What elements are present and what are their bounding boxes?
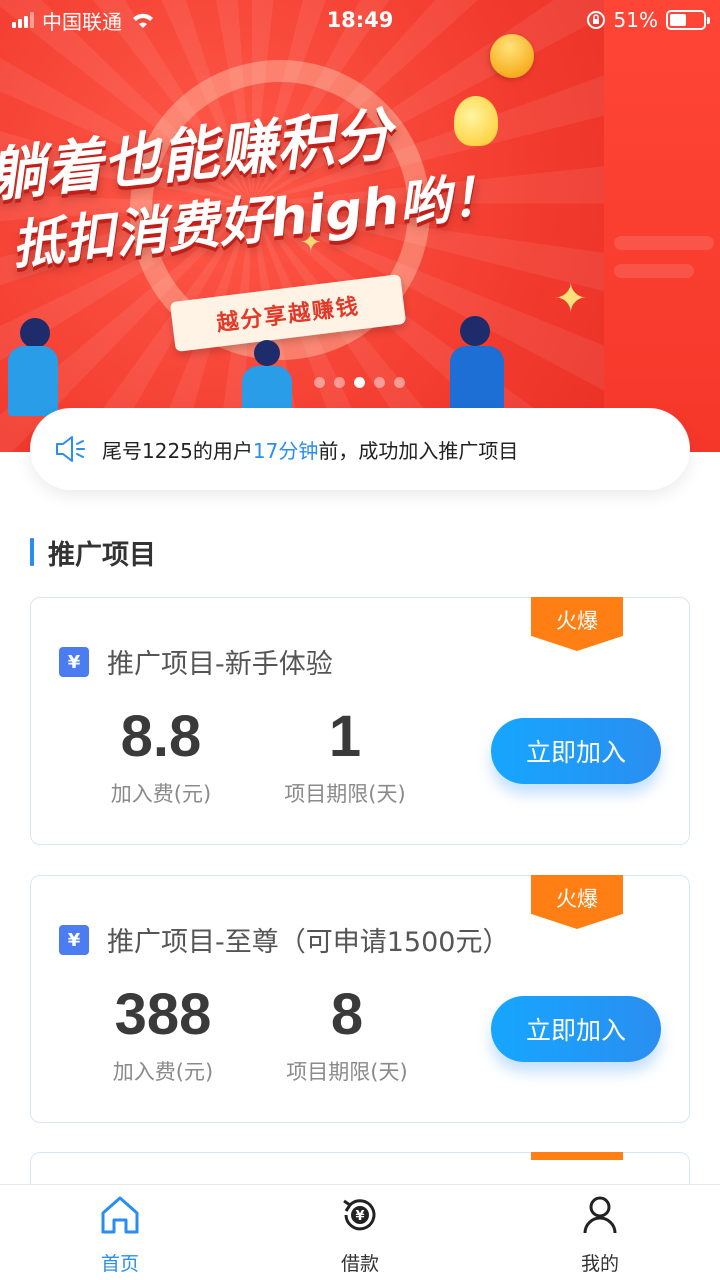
carousel-dot[interactable] [394, 377, 405, 388]
carousel-dot[interactable] [374, 377, 385, 388]
notice-prefix: 尾号1225的用户 [102, 438, 253, 463]
join-button[interactable]: 立即加入 [491, 718, 661, 784]
status-bar: 中国联通 18:49 51% [0, 0, 720, 40]
tab-profile[interactable]: 我的 [480, 1185, 720, 1280]
tab-profile-label: 我的 [580, 1253, 619, 1275]
fee-stat: 388 加入费(元) [105, 986, 221, 1086]
project-card[interactable]: 火爆 ¥ 推广项目-新手体验 8.8 加入费(元) 1 项目期限(天) 立即加入 [30, 597, 690, 845]
profile-icon [583, 1196, 617, 1234]
fee-stat: 8.8 加入费(元) [105, 708, 217, 808]
tab-loan-label: 借款 [340, 1253, 379, 1275]
term-stat: 8 项目期限(天) [279, 986, 415, 1086]
yen-icon: ¥ [59, 647, 89, 677]
tab-home[interactable]: 首页 [0, 1185, 240, 1280]
battery-icon [666, 10, 710, 30]
notice-suffix: 前，成功加入推广项目 [318, 438, 519, 463]
term-value: 8 [330, 982, 364, 1047]
person-illustration [444, 312, 514, 412]
term-label: 项目期限(天) [284, 782, 406, 806]
carousel-dot[interactable] [354, 377, 365, 388]
yen-icon: ¥ [59, 925, 89, 955]
section-title: 推广项目 [48, 539, 156, 571]
sparkle-icon: ✦ [554, 276, 588, 322]
carousel-dot[interactable] [334, 377, 345, 388]
lightbulb-icon [454, 96, 498, 146]
fee-label: 加入费(元) [110, 782, 212, 806]
hot-badge: 火爆 [531, 875, 623, 929]
term-label: 项目期限(天) [286, 1060, 408, 1084]
project-card[interactable]: 火爆 ¥ 推广项目-至尊（可申请1500元） 388 加入费(元) 8 项目期限… [30, 875, 690, 1123]
next-slide-peek [604, 0, 720, 452]
fee-value: 388 [114, 982, 212, 1047]
section-header: 推广项目 [30, 536, 156, 571]
hot-badge: 火爆 [531, 597, 623, 651]
home-icon [101, 1196, 139, 1234]
tab-loan[interactable]: ¥ 借款 [240, 1185, 480, 1280]
orientation-lock-icon [586, 11, 605, 29]
svg-text:¥: ¥ [355, 1209, 364, 1224]
bottom-tab-bar: 首页 ¥ 借款 我的 [0, 1184, 720, 1280]
section-accent-bar [30, 538, 34, 566]
notice-highlight: 17分钟 [252, 438, 319, 463]
promo-banner[interactable]: ¥ ¥ ✦ ✦ 躺着也能赚积分 抵扣消费好high哟！ 越分享越赚钱 [0, 0, 720, 452]
person-illustration [0, 310, 80, 420]
battery-percent: 51% [613, 8, 658, 32]
hot-badge [531, 1152, 623, 1160]
carousel-indicator [314, 377, 405, 388]
project-title: 推广项目-新手体验 [107, 649, 333, 680]
term-stat: 1 项目期限(天) [277, 708, 413, 808]
person-illustration [236, 336, 300, 416]
loan-icon: ¥ [343, 1199, 376, 1231]
fee-label: 加入费(元) [112, 1060, 214, 1084]
carousel-dot[interactable] [314, 377, 325, 388]
fee-value: 8.8 [120, 704, 202, 769]
notice-text: 尾号1225的用户17分钟前，成功加入推广项目 [102, 435, 518, 464]
project-title: 推广项目-至尊（可申请1500元） [107, 927, 510, 958]
term-value: 1 [328, 704, 362, 769]
speaker-icon [56, 436, 85, 462]
join-button[interactable]: 立即加入 [491, 996, 661, 1062]
notice-bar[interactable]: 尾号1225的用户17分钟前，成功加入推广项目 [30, 408, 690, 490]
tab-home-label: 首页 [100, 1253, 139, 1275]
